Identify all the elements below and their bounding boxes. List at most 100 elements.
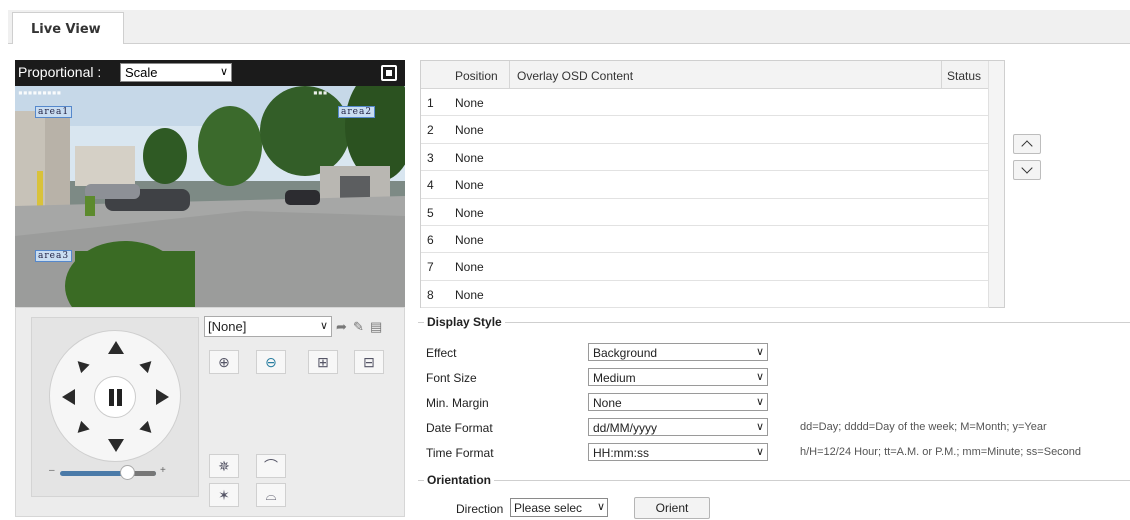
min-margin-select[interactable]: None ∨	[588, 393, 768, 411]
row-position: None	[455, 178, 484, 193]
effect-row: Effect Background ∨	[426, 343, 1126, 361]
row-number: 1	[427, 96, 434, 110]
zoom-in-button[interactable]: ⊕	[209, 350, 239, 374]
down-right-arrow-icon[interactable]	[139, 420, 156, 438]
speed-slider-handle[interactable]	[120, 465, 136, 480]
table-row[interactable]: 7 None	[421, 253, 989, 281]
right-arrow-icon[interactable]	[156, 389, 169, 405]
chevron-down-icon: ∨	[755, 421, 764, 433]
tab-bar: Live View	[8, 10, 1130, 44]
zoom-out-button[interactable]: ⊖	[256, 350, 286, 374]
font-size-select[interactable]: Medium ∨	[588, 368, 768, 386]
camera-scene	[15, 86, 405, 307]
wiper-button[interactable]: ⌒	[256, 454, 286, 478]
font-size-row: Font Size Medium ∨	[426, 368, 1126, 386]
preset-select[interactable]: [None] ∨	[204, 316, 332, 337]
focus-near-icon: ⊞	[317, 354, 329, 370]
go-to-preset-icon[interactable]: ➦	[336, 319, 347, 335]
row-position: None	[455, 260, 484, 275]
video-preview[interactable]: Proportional : Scale ∨ ▪▪▪▪▪▪▪▪▪ ▪▪▪ are…	[15, 60, 405, 307]
down-arrow-icon[interactable]	[108, 439, 124, 452]
ptz-panel: – + [None] ∨ ➦ ✎ ▤ ⊕ ⊖ ⊞ ⊟ ✵ ⌒ ✶ ⌓	[15, 307, 405, 517]
pause-button[interactable]	[94, 376, 136, 418]
row-number: 8	[427, 287, 434, 302]
chevron-down-icon: ∨	[755, 346, 764, 358]
header-content: Overlay OSD Content	[517, 69, 634, 83]
row-position: None	[455, 287, 484, 302]
display-style-section: Display Style Effect Background ∨ Font Si…	[418, 315, 1130, 462]
osd-table: Position Overlay OSD Content Status 1 Non…	[420, 60, 1005, 309]
tab-live-view[interactable]: Live View	[12, 12, 124, 44]
chevron-down-icon: ∨	[319, 320, 328, 332]
direction-dial	[49, 330, 181, 462]
light-icon: ✵	[218, 458, 230, 474]
wiper-icon: ⌒	[264, 458, 278, 474]
table-row[interactable]: 6 None	[421, 226, 989, 254]
chevron-down-icon: ∨	[755, 446, 764, 458]
time-format-select[interactable]: HH:mm:ss ∨	[588, 443, 768, 461]
table-row[interactable]: 3 None	[421, 144, 989, 172]
edit-icon[interactable]: ✎	[353, 319, 364, 335]
move-up-button[interactable]	[1013, 134, 1041, 154]
row-number: 7	[427, 260, 434, 275]
osd-area-tag[interactable]: area1	[35, 106, 73, 118]
table-row[interactable]: 8 None	[421, 281, 989, 309]
date-format-hint: dd=Day; dddd=Day of the week; M=Month; y…	[800, 421, 1047, 433]
effect-select[interactable]: Background ∨	[588, 343, 768, 361]
table-row[interactable]: 5 None	[421, 199, 989, 226]
scale-select[interactable]: Scale ∨	[120, 63, 232, 82]
fullscreen-icon[interactable]	[381, 65, 397, 81]
scrollbar[interactable]	[988, 61, 1004, 307]
minus-icon: –	[49, 465, 55, 476]
min-margin-row: Min. Margin None ∨	[426, 393, 1126, 411]
osd-timestamp: ▪▪▪▪▪▪▪▪▪	[18, 88, 62, 97]
table-row[interactable]: 1 None	[421, 89, 989, 117]
light-button[interactable]: ✵	[209, 454, 239, 478]
move-down-button[interactable]	[1013, 160, 1041, 180]
focus-near-button[interactable]: ⊞	[308, 350, 338, 374]
delete-icon[interactable]: ▤	[370, 319, 382, 335]
table-row[interactable]: 2 None	[421, 116, 989, 144]
section-title: Orientation	[424, 473, 495, 487]
row-position: None	[455, 96, 484, 110]
time-format-row: Time Format HH:mm:ss ∨ h/H=12/24 Hour; tt…	[426, 443, 1126, 461]
date-format-select[interactable]: dd/MM/yyyy ∨	[588, 418, 768, 436]
direction-select[interactable]: Please selec ∨	[510, 498, 608, 517]
row-position: None	[455, 205, 484, 220]
table-row[interactable]: 4 None	[421, 171, 989, 199]
osd-area-tag[interactable]: area3	[35, 250, 73, 262]
row-number: 4	[427, 178, 434, 193]
wiper-off-button[interactable]: ⌓	[256, 483, 286, 507]
speed-slider[interactable]	[60, 471, 156, 476]
row-number: 3	[427, 150, 434, 165]
orient-button[interactable]: Orient	[634, 497, 710, 519]
light-off-icon: ✶	[218, 487, 230, 503]
osd-area-tag[interactable]: area2	[338, 106, 376, 118]
video-toolbar: Proportional : Scale ∨	[15, 60, 405, 86]
focus-far-icon: ⊟	[363, 354, 375, 370]
chevron-down-icon: ∨	[596, 501, 605, 513]
wiper-off-icon: ⌓	[265, 487, 277, 503]
zoom-in-icon: ⊕	[218, 354, 230, 370]
up-arrow-icon[interactable]	[108, 341, 124, 354]
header-position: Position	[455, 69, 498, 83]
row-position: None	[455, 232, 484, 247]
up-left-arrow-icon[interactable]	[73, 356, 90, 374]
section-title: Display Style	[424, 315, 505, 329]
direction-label: Direction	[456, 502, 504, 516]
down-left-arrow-icon[interactable]	[73, 420, 90, 438]
focus-far-button[interactable]: ⊟	[354, 350, 384, 374]
row-number: 5	[427, 205, 434, 220]
light-off-button[interactable]: ✶	[209, 483, 239, 507]
header-status: Status	[947, 69, 982, 83]
up-right-arrow-icon[interactable]	[139, 356, 156, 374]
chevron-down-icon: ∨	[755, 396, 764, 408]
row-number: 2	[427, 123, 434, 138]
row-number: 6	[427, 232, 434, 247]
date-format-row: Date Format dd/MM/yyyy ∨ dd=Day; dddd=Day…	[426, 418, 1126, 436]
left-arrow-icon[interactable]	[62, 389, 75, 405]
chevron-down-icon: ∨	[219, 66, 228, 78]
row-position: None	[455, 123, 484, 138]
plus-icon: +	[160, 465, 166, 476]
chevron-down-icon: ∨	[755, 371, 764, 383]
